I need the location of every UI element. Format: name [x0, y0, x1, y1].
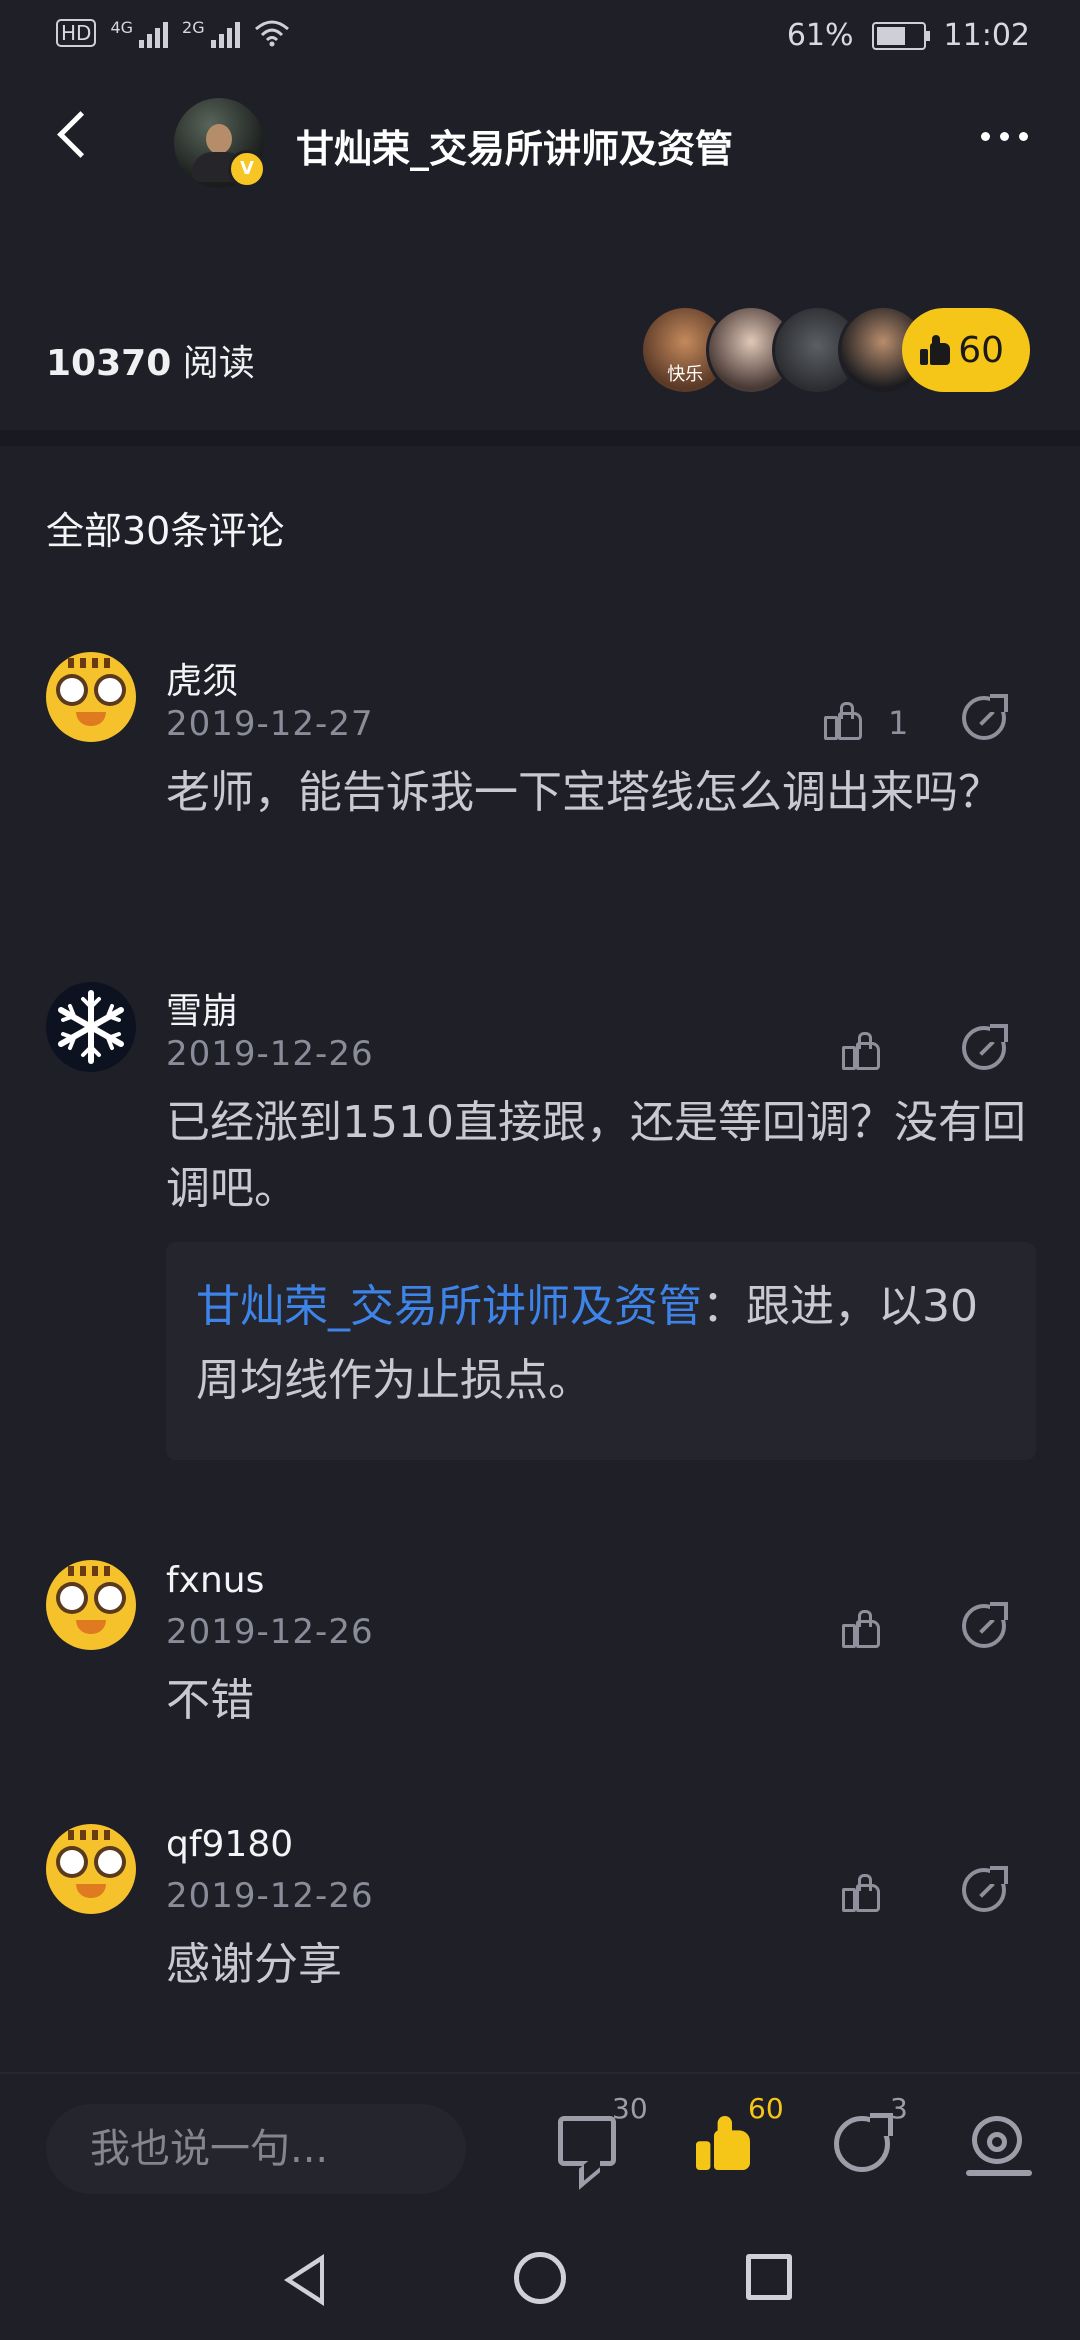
signal-icon-2	[210, 18, 240, 48]
more-icon[interactable]	[981, 132, 1028, 141]
author-reply[interactable]: 甘灿荣_交易所讲师及资管：跟进，以30周均线作为止损点。	[166, 1242, 1036, 1460]
signal-icon-1	[139, 18, 169, 48]
comments-title: 全部30条评论	[46, 509, 285, 553]
hd-icon: HD	[56, 19, 97, 47]
comment-date: 2019-12-26	[166, 1034, 374, 1074]
comment-date: 2019-12-27	[166, 704, 374, 744]
comment-username[interactable]: fxnus	[166, 1560, 264, 1601]
clock: 11:02	[943, 18, 1030, 53]
favorite-icon[interactable]	[966, 2116, 1032, 2176]
share-count: 3	[890, 2092, 908, 2125]
nav-home-icon[interactable]	[514, 2252, 566, 2304]
verified-badge-icon: V	[228, 150, 266, 188]
share-icon[interactable]	[834, 2113, 893, 2172]
comment-share-icon[interactable]	[962, 1602, 1008, 1648]
comment-share-icon[interactable]	[962, 694, 1008, 740]
comment-count: 30	[612, 2092, 648, 2125]
comment-date: 2019-12-26	[166, 1876, 374, 1916]
battery-percent: 61%	[786, 18, 854, 53]
comment-text: 感谢分享	[166, 1939, 342, 1990]
comment-share-icon[interactable]	[962, 1024, 1008, 1070]
comment-like-icon[interactable]	[842, 1874, 880, 1912]
like-count-pill[interactable]: 60	[902, 308, 1030, 392]
comment-icon[interactable]	[558, 2116, 616, 2166]
liker-avatars[interactable]: 快乐 60	[640, 305, 1030, 395]
back-arrow-icon[interactable]	[56, 114, 86, 144]
system-nav-bar	[0, 2212, 1080, 2340]
nav-back-icon[interactable]	[284, 2254, 324, 2306]
stats-row: 10370 阅读 快乐 60	[0, 290, 1080, 410]
bottom-action-bar: 我也说一句... 30 60 3	[0, 2072, 1080, 2214]
comment-like-icon[interactable]	[842, 1610, 880, 1648]
thumbs-up-icon	[920, 335, 951, 365]
user-avatar[interactable]	[46, 1560, 136, 1650]
reply-separator: ：	[702, 1281, 746, 1332]
comment-text: 已经涨到1510直接跟，还是等回调？没有回调吧。	[166, 1097, 1026, 1214]
comment-input[interactable]: 我也说一句...	[46, 2104, 466, 2194]
battery-icon	[871, 21, 930, 50]
comment-username[interactable]: qf9180	[166, 1824, 293, 1865]
comment-share-icon[interactable]	[962, 1866, 1008, 1912]
comment-like-icon[interactable]	[842, 1032, 880, 1070]
status-bar: HD 4G 2G 61% 11:02	[0, 0, 1080, 76]
network-type-1: 4G	[110, 18, 134, 37]
like-count: 60	[748, 2092, 784, 2125]
like-icon[interactable]	[696, 2116, 756, 2172]
comment-like-icon[interactable]	[824, 702, 862, 740]
divider	[0, 430, 1080, 446]
nav-recent-apps-icon[interactable]	[746, 2254, 792, 2300]
comment-text: 老师，能告诉我一下宝塔线怎么调出来吗？	[166, 767, 1002, 818]
user-avatar[interactable]	[46, 652, 136, 742]
header: V 甘灿荣_交易所讲师及资管	[0, 76, 1080, 206]
comment-date: 2019-12-26	[166, 1612, 374, 1652]
comment-like-count: 1	[888, 704, 909, 742]
comment-username[interactable]: 虎须	[166, 652, 238, 704]
wifi-icon	[254, 20, 289, 47]
read-count: 10370 阅读	[46, 343, 255, 384]
reply-author[interactable]: 甘灿荣_交易所讲师及资管	[196, 1281, 702, 1332]
snowflake-icon	[58, 990, 124, 1064]
comment-text: 不错	[166, 1675, 254, 1726]
user-avatar[interactable]	[46, 1824, 136, 1914]
network-type-2: 2G	[182, 18, 205, 37]
comment-username[interactable]: 雪崩	[166, 982, 238, 1034]
author-name[interactable]: 甘灿荣_交易所讲师及资管	[296, 118, 733, 173]
user-avatar[interactable]	[46, 982, 136, 1072]
